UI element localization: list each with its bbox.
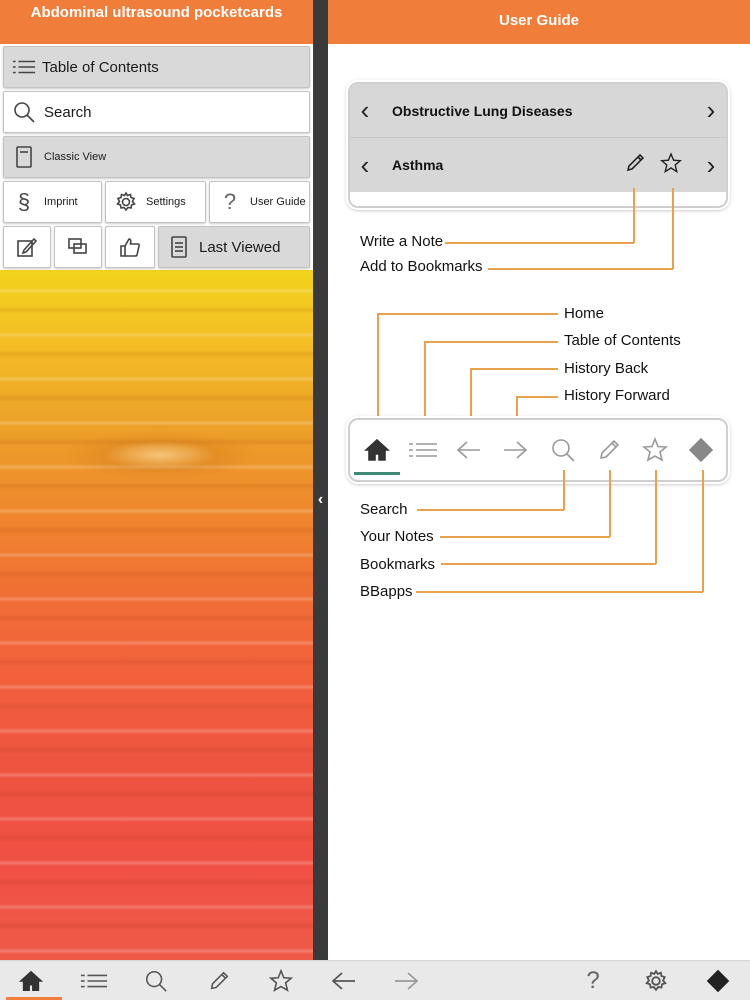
water-ripple [60, 430, 260, 480]
chapter-row: ‹ Obstructive Lung Diseases › [350, 84, 726, 138]
callout-bookmarks: Bookmarks [360, 556, 436, 573]
chevron-left-icon: ‹ [360, 95, 370, 125]
background-image [0, 270, 313, 960]
topic-row: ‹ Asthma › [350, 138, 726, 192]
settings-button[interactable]: Settings [105, 181, 206, 223]
last-viewed-button[interactable]: Last Viewed [158, 226, 310, 268]
chevron-left-icon[interactable]: ‹ [314, 490, 327, 510]
bbapps-icon [678, 420, 724, 480]
callout-line [424, 341, 558, 343]
callout-toc: Table of Contents [564, 332, 681, 349]
callout-line [440, 536, 610, 538]
arrow-right-icon [492, 420, 538, 480]
arrow-left-icon [446, 420, 492, 480]
callout-line [445, 242, 634, 244]
callout-bbapps: BBapps [360, 583, 413, 600]
search-icon[interactable] [134, 961, 178, 1000]
callout-history-forward: History Forward [564, 387, 670, 404]
star-icon [659, 151, 683, 179]
star-icon[interactable] [259, 961, 303, 1000]
callout-line [702, 470, 704, 592]
callout-line [563, 470, 565, 510]
callout-add-bookmark: Add to Bookmarks [360, 258, 483, 275]
classic-view-label: Classic View [44, 151, 107, 163]
settings-label: Settings [146, 196, 186, 208]
callout-history-back: History Back [564, 360, 649, 377]
page-icon [167, 235, 191, 259]
classic-view-button[interactable]: Classic View [3, 136, 310, 178]
list-icon[interactable] [72, 961, 116, 1000]
callout-line [516, 396, 558, 398]
callout-line [470, 368, 558, 370]
table-of-contents-label: Table of Contents [42, 58, 159, 76]
callout-line [416, 591, 703, 593]
callout-line [609, 470, 611, 537]
topic-label: Asthma [392, 157, 444, 173]
callout-write-note: Write a Note [360, 233, 444, 250]
chevron-left-icon: ‹ [360, 149, 370, 180]
imprint-label: Imprint [44, 196, 78, 208]
callout-notes: Your Notes [360, 528, 434, 545]
thumbs-up-icon [118, 235, 142, 259]
search-label: Search [44, 103, 92, 121]
arrow-right-icon[interactable] [384, 961, 428, 1000]
feedback-button[interactable] [54, 226, 102, 268]
left-panel-title: Abdominal ultrasound pocketcards [0, 0, 313, 44]
callout-line [441, 563, 656, 565]
write-note-button[interactable] [3, 226, 51, 268]
arrow-left-icon[interactable] [322, 961, 366, 1000]
bbapps-icon[interactable] [696, 961, 740, 1000]
table-of-contents-button[interactable]: Table of Contents [3, 46, 310, 88]
list-icon [400, 420, 446, 480]
home-icon[interactable] [9, 961, 53, 1000]
sample-navigation-box: ‹ Obstructive Lung Diseases › ‹ Asthma › [348, 82, 728, 208]
like-button[interactable] [105, 226, 155, 268]
callout-line [672, 188, 674, 269]
chat-icon [66, 235, 90, 259]
imprint-button[interactable]: § Imprint [3, 181, 102, 223]
help-icon: ? [223, 189, 237, 214]
sample-toolbar-box [348, 418, 728, 482]
chevron-right-icon: › [706, 149, 716, 180]
chapter-label: Obstructive Lung Diseases [392, 102, 573, 119]
chevron-right-icon: › [706, 95, 716, 125]
help-icon[interactable]: ? [571, 961, 615, 1000]
classic-view-icon [12, 145, 36, 169]
note-edit-icon [15, 235, 39, 259]
split-divider[interactable]: ‹ [313, 0, 328, 960]
pencil-icon [624, 152, 646, 179]
section-icon: § [17, 189, 31, 214]
callout-home: Home [564, 305, 605, 322]
right-panel: User Guide ‹ Obstructive Lung Diseases ›… [328, 0, 750, 960]
callout-line [377, 313, 558, 315]
callout-line [417, 509, 564, 511]
bottom-toolbar: ? [0, 960, 750, 1000]
left-panel: Abdominal ultrasound pocketcards Table o… [0, 0, 313, 960]
callout-line [655, 470, 657, 564]
user-guide-label: User Guide [250, 196, 306, 208]
active-indicator [354, 472, 400, 475]
home-icon [354, 420, 400, 480]
gear-icon[interactable] [634, 961, 678, 1000]
callout-line [488, 268, 673, 270]
right-panel-title: User Guide [328, 0, 750, 44]
user-guide-button[interactable]: ? User Guide [209, 181, 310, 223]
callout-search: Search [360, 501, 408, 518]
last-viewed-label: Last Viewed [199, 238, 281, 256]
search-icon [12, 100, 36, 124]
search-button[interactable]: Search [3, 91, 310, 133]
gear-icon [114, 190, 138, 214]
pencil-icon[interactable] [197, 961, 241, 1000]
list-icon [12, 55, 36, 79]
callout-line [633, 188, 635, 243]
